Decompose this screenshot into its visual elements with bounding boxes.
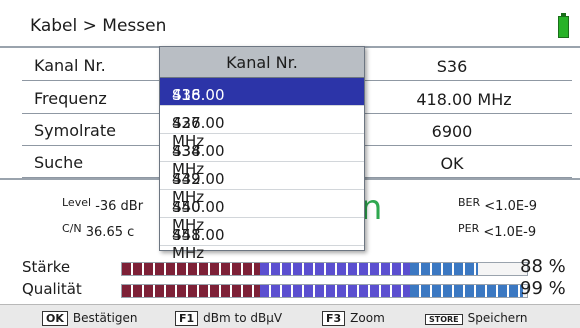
strength-fill-red bbox=[122, 263, 260, 275]
channel-frequency: 458.00 MHz bbox=[172, 226, 225, 262]
setting-value: OK bbox=[440, 154, 464, 173]
strength-bar bbox=[121, 262, 528, 276]
meter-screen: Kabel > Messen Kanal Nr. S36 Frequenz 41… bbox=[0, 0, 580, 328]
per-label: PER bbox=[458, 222, 480, 235]
strength-percent: 88 % bbox=[520, 256, 566, 277]
level-readout: Level -36 dBr bbox=[62, 196, 143, 214]
per-value: <1.0E-9 bbox=[483, 225, 537, 240]
f1-key-icon: F1 bbox=[175, 311, 199, 326]
battery-icon bbox=[558, 13, 569, 38]
channel-list: S36 418.00 MHz S37 426.00 MHz S38 434.00… bbox=[160, 78, 364, 262]
strength-fill-purple bbox=[260, 263, 410, 275]
softkey-bar: OK Bestätigen F1 dBm to dBµV F3 Zoom STORE S… bbox=[0, 304, 580, 328]
cn-label: C/N bbox=[62, 222, 82, 235]
setting-value: 418.00 MHz bbox=[416, 90, 512, 109]
quality-label: Qualität bbox=[22, 280, 82, 298]
per-readout: PER <1.0E-9 bbox=[458, 222, 536, 240]
ok-softkey[interactable]: OK Bestätigen bbox=[42, 311, 137, 326]
ber-value: <1.0E-9 bbox=[484, 199, 538, 214]
ok-softkey-label: Bestätigen bbox=[72, 311, 138, 325]
breadcrumb: Kabel > Messen bbox=[30, 16, 167, 36]
store-softkey-label: Speichern bbox=[467, 311, 528, 325]
quality-percent: 99 % bbox=[520, 278, 566, 299]
setting-value: S36 bbox=[436, 57, 468, 76]
ok-key-icon: OK bbox=[42, 311, 68, 326]
channel-option[interactable]: S38 434.00 MHz bbox=[160, 134, 364, 178]
ber-label: BER bbox=[458, 196, 481, 209]
setting-value: 6900 bbox=[431, 122, 473, 141]
f3-softkey-label: Zoom bbox=[350, 311, 385, 325]
channel-option[interactable]: S41 458.00 MHz bbox=[160, 218, 364, 262]
level-value: -36 dBr bbox=[95, 199, 144, 214]
quality-fill-red bbox=[122, 285, 260, 297]
f1-softkey[interactable]: F1 dBm to dBµV bbox=[175, 311, 282, 326]
cn-value: 36.65 c bbox=[85, 225, 135, 240]
channel-option[interactable]: S36 418.00 MHz bbox=[160, 78, 364, 122]
quality-fill-purple bbox=[260, 285, 410, 297]
f3-softkey[interactable]: F3 Zoom bbox=[322, 311, 385, 326]
title-bar: Kabel > Messen bbox=[0, 0, 580, 48]
strength-label: Stärke bbox=[22, 258, 71, 276]
setting-label: Symolrate bbox=[34, 121, 116, 140]
channel-option[interactable]: S39 442.00 MHz bbox=[160, 162, 364, 206]
f1-softkey-label: dBm to dBµV bbox=[203, 311, 283, 325]
channel-picker-popup: Kanal Nr. S36 418.00 MHz S37 426.00 MHz … bbox=[159, 46, 365, 262]
channel-option[interactable]: S37 426.00 MHz bbox=[160, 106, 364, 150]
popup-header: Kanal Nr. bbox=[160, 47, 364, 78]
quality-meter: Qualität 99 % bbox=[22, 278, 577, 300]
setting-label: Kanal Nr. bbox=[34, 56, 106, 75]
ber-readout: BER <1.0E-9 bbox=[458, 196, 537, 214]
popup-title: Kanal Nr. bbox=[226, 53, 298, 72]
channel-option[interactable]: S40 450.00 MHz bbox=[160, 190, 364, 234]
level-label: Level bbox=[62, 196, 92, 209]
setting-label: Frequenz bbox=[34, 89, 107, 108]
setting-label: Suche bbox=[34, 153, 84, 172]
quality-fill-blue bbox=[410, 285, 523, 297]
strength-meter: Stärke 88 % bbox=[22, 256, 577, 278]
strength-fill-blue bbox=[410, 263, 478, 275]
cn-readout: C/N 36.65 c bbox=[62, 222, 134, 240]
f3-key-icon: F3 bbox=[322, 311, 346, 326]
quality-bar bbox=[121, 284, 528, 298]
store-softkey[interactable]: STORE Speichern bbox=[425, 311, 528, 325]
store-key-icon: STORE bbox=[425, 314, 463, 325]
